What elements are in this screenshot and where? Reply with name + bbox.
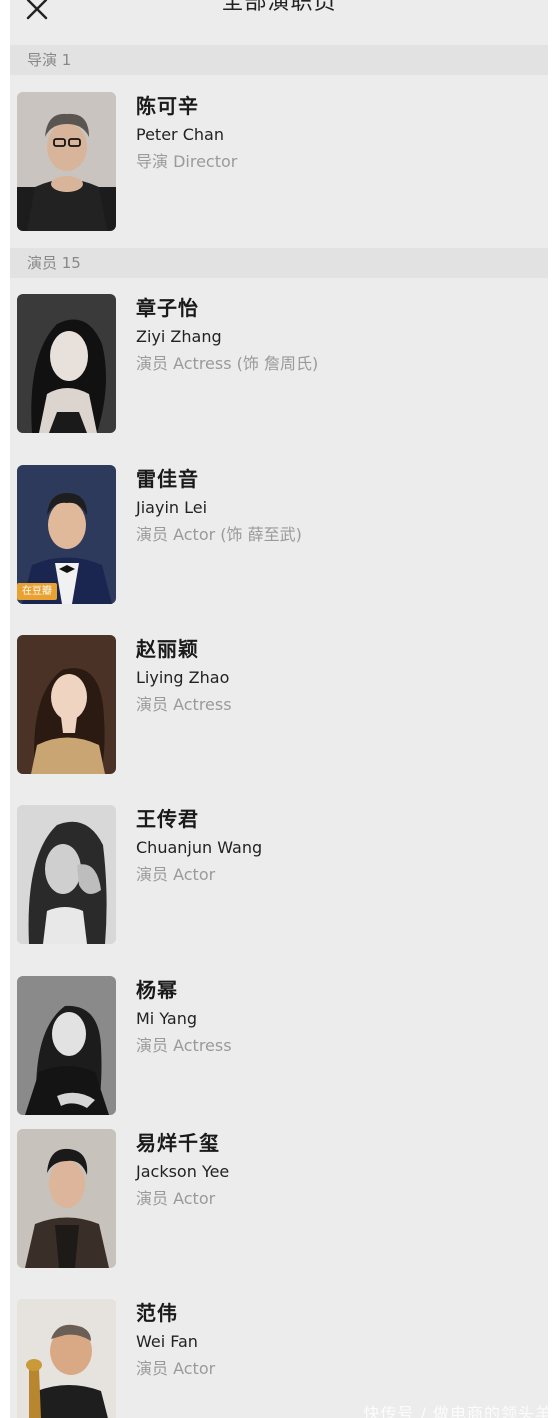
person-name-cn: 范伟 — [136, 1301, 178, 1325]
person-name-en: Jackson Yee — [136, 1162, 230, 1181]
person-name-en: Peter Chan — [136, 125, 224, 144]
person-name-cn: 雷佳音 — [136, 467, 199, 491]
avatar — [17, 1129, 116, 1268]
person-name-en: Liying Zhao — [136, 668, 230, 687]
person-name-cn: 章子怡 — [136, 296, 199, 320]
person-name-cn: 王传君 — [136, 807, 199, 831]
person-name-en: Jiayin Lei — [136, 498, 208, 517]
header: 全部演职员 — [10, 0, 548, 44]
person-role: 演员 Actor — [136, 1189, 216, 1208]
person-role: 演员 Actor — [136, 865, 216, 884]
avatar — [17, 92, 116, 231]
section-header-actors: 演员 15 — [10, 248, 548, 278]
person-name-en: Chuanjun Wang — [136, 838, 263, 857]
section-header-directors: 导演 1 — [10, 45, 548, 75]
person-role: 演员 Actor (饰 薛至武) — [136, 525, 302, 544]
person-role: 演员 Actor — [136, 1359, 216, 1378]
section-label: 导演 1 — [27, 51, 72, 69]
person-row[interactable]: 在豆瓣 雷佳音 Jiayin Lei 演员 Actor (饰 薛至武) — [10, 465, 548, 605]
person-row[interactable]: 易烊千玺 Jackson Yee 演员 Actor — [10, 1129, 548, 1269]
person-name-cn: 陈可辛 — [136, 94, 199, 118]
avatar — [17, 976, 116, 1115]
person-name-cn: 易烊千玺 — [136, 1131, 220, 1155]
watermark: 快传号 / 做电商的领头羊 — [363, 1404, 548, 1418]
person-name-en: Ziyi Zhang — [136, 327, 222, 346]
person-role: 演员 Actress — [136, 1036, 232, 1055]
person-role: 演员 Actress (饰 詹周氏) — [136, 354, 319, 373]
person-name-cn: 杨幂 — [136, 978, 178, 1002]
person-role: 演员 Actress — [136, 695, 232, 714]
person-name-en: Wei Fan — [136, 1332, 198, 1351]
avatar — [17, 1299, 116, 1418]
person-name-cn: 赵丽颖 — [136, 637, 199, 661]
avatar: 在豆瓣 — [17, 465, 116, 604]
person-row[interactable]: 章子怡 Ziyi Zhang 演员 Actress (饰 詹周氏) — [10, 294, 548, 434]
avatar — [17, 635, 116, 774]
person-row[interactable]: 王传君 Chuanjun Wang 演员 Actor — [10, 805, 548, 945]
badge: 在豆瓣 — [17, 583, 57, 600]
person-name-en: Mi Yang — [136, 1009, 198, 1028]
avatar — [17, 805, 116, 944]
avatar — [17, 294, 116, 433]
page-title: 全部演职员 — [221, 0, 337, 15]
person-row[interactable]: 赵丽颖 Liying Zhao 演员 Actress — [10, 635, 548, 775]
person-role: 导演 Director — [136, 152, 238, 171]
person-row[interactable]: 陈可辛 Peter Chan 导演 Director — [10, 92, 548, 232]
person-row[interactable]: 杨幂 Mi Yang 演员 Actress — [10, 976, 548, 1116]
cast-list-screen: 全部演职员 导演 1 演员 15 陈可辛 Peter Chan 导演 Direc… — [10, 0, 548, 1418]
section-label: 演员 15 — [27, 254, 81, 272]
